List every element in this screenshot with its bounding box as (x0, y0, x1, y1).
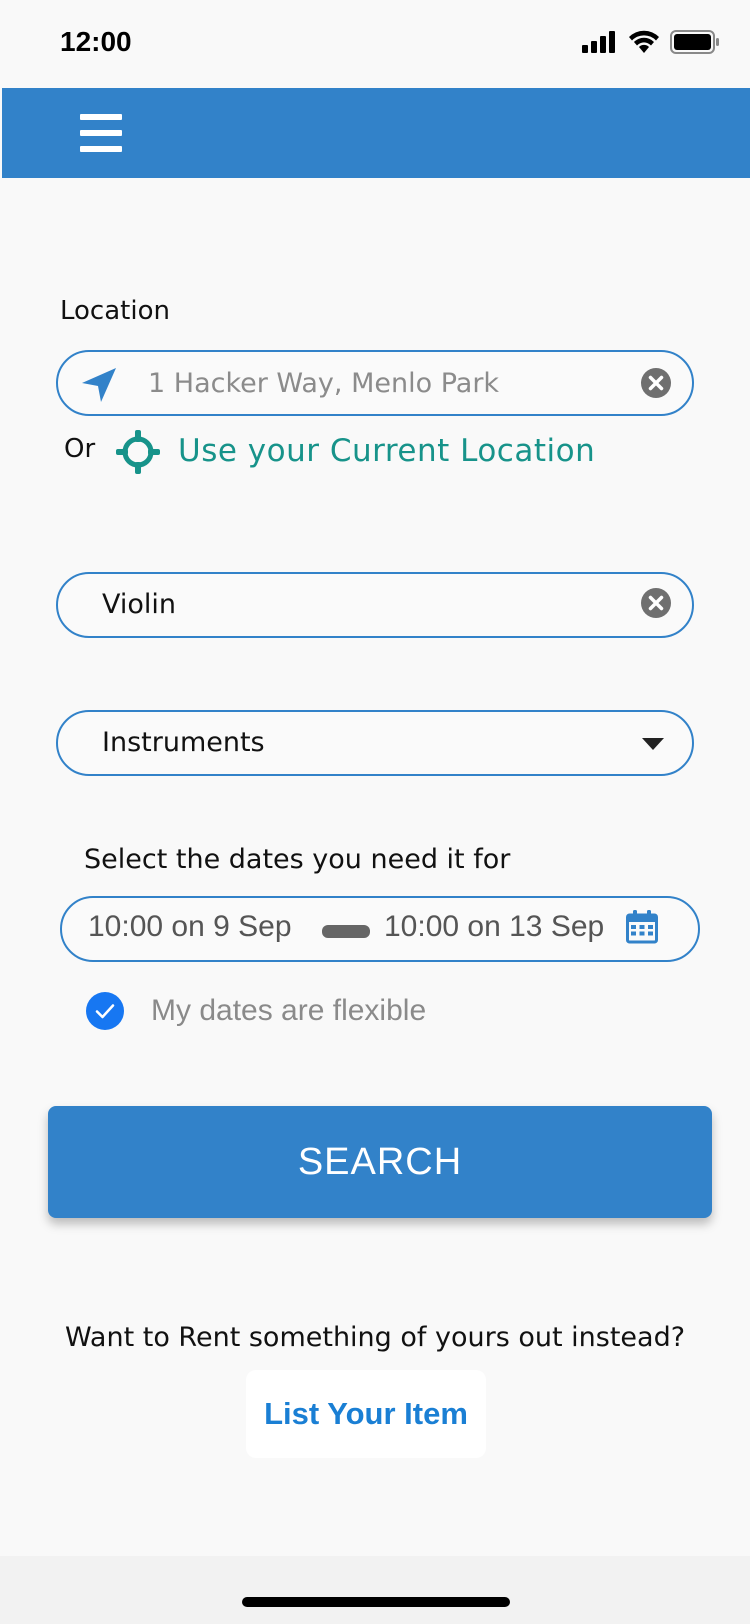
bottom-safe-area (0, 1556, 750, 1624)
flexible-dates-checkbox[interactable] (86, 992, 124, 1030)
search-term-input[interactable]: Violin (56, 572, 694, 638)
crosshair-icon[interactable] (116, 430, 160, 474)
status-time: 12:00 (60, 26, 132, 57)
clear-location-icon[interactable] (641, 368, 671, 398)
end-date[interactable]: 10:00 on 13 Sep (384, 910, 604, 944)
search-button-label: SEARCH (297, 1140, 463, 1183)
category-value: Instruments (102, 727, 265, 758)
clear-search-icon[interactable] (641, 588, 671, 618)
start-date[interactable]: 10:00 on 9 Sep (88, 910, 292, 944)
location-placeholder: 1 Hacker Way, Menlo Park (148, 368, 500, 399)
list-your-item-button[interactable]: List Your Item (246, 1370, 486, 1458)
search-button[interactable]: SEARCH (48, 1106, 712, 1218)
navigation-arrow-icon (82, 368, 116, 402)
flexible-dates-label: My dates are flexible (151, 994, 427, 1027)
hamburger-menu-icon[interactable] (80, 114, 122, 152)
use-current-location-link[interactable]: Use your Current Location (178, 433, 595, 469)
home-indicator[interactable] (242, 1597, 510, 1607)
cellular-signal-icon (582, 31, 615, 53)
calendar-icon[interactable] (626, 910, 658, 944)
battery-icon (670, 30, 719, 54)
dates-label: Select the dates you need it for (84, 844, 511, 875)
search-term-value: Violin (102, 589, 177, 620)
category-select[interactable]: Instruments (56, 710, 694, 776)
or-text: Or (64, 434, 96, 464)
rent-prompt: Want to Rent something of yours out inst… (64, 1322, 686, 1353)
location-input[interactable]: 1 Hacker Way, Menlo Park (56, 350, 694, 416)
location-label: Location (60, 296, 170, 326)
status-icons (582, 30, 720, 54)
wifi-icon (629, 30, 659, 53)
list-your-item-label: List Your Item (264, 1396, 468, 1431)
status-bar: 12:00 (0, 0, 750, 88)
date-range-dash (322, 925, 370, 938)
caret-down-icon (642, 738, 664, 750)
checkmark-icon (95, 1004, 115, 1019)
